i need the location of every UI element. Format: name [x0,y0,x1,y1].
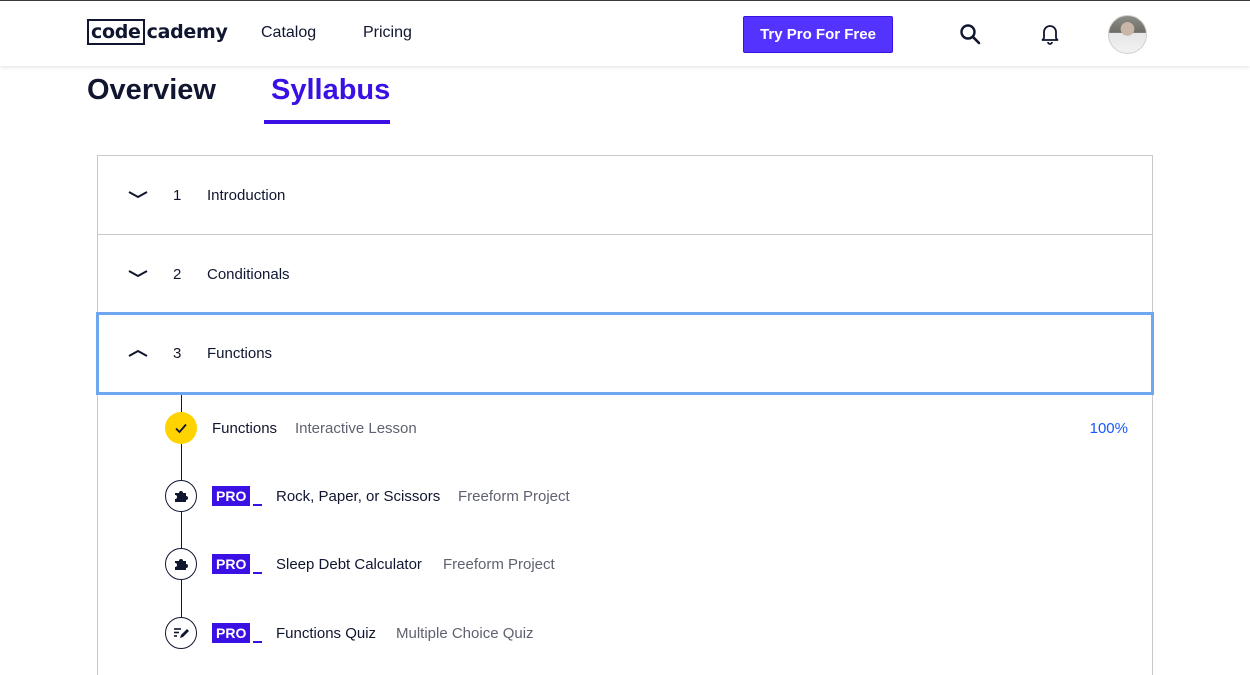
module-row-functions[interactable]: 3 Functions [96,312,1154,395]
puzzle-icon [165,480,197,512]
user-avatar[interactable] [1108,15,1147,54]
project-title: Rock, Paper, or Scissors [276,487,441,505]
pro-badge: PRO [212,623,263,643]
logo-code-box: code [87,19,145,45]
search-icon[interactable] [957,21,983,47]
lesson-progress: 100% [1089,419,1128,437]
logo-cademy-text: cademy [146,21,228,43]
chevron-down-icon [128,191,148,199]
quiz-item-functions-quiz[interactable]: PRO Functions Quiz Multiple Choice Quiz [98,613,1152,653]
chevron-down-icon [128,270,148,278]
course-tabs: Overview Syllabus [0,66,1250,126]
lesson-item-functions[interactable]: Functions Interactive Lesson 100% [98,408,1152,448]
puzzle-icon [165,548,197,580]
module-title: Introduction [207,186,286,204]
nav-pricing-link[interactable]: Pricing [363,24,412,42]
module-title: Conditionals [207,265,290,283]
pro-badge: PRO [212,554,263,574]
nav-catalog-link[interactable]: Catalog [261,24,316,42]
module-title: Functions [207,344,273,362]
module-number: 1 [173,186,182,204]
module-row-introduction[interactable]: 1 Introduction [98,156,1152,235]
check-icon [165,412,197,444]
project-item-rock-paper-scissors[interactable]: PRO Rock, Paper, or Scissors Freeform Pr… [98,476,1152,516]
codecademy-logo[interactable]: code cademy [87,18,228,46]
project-item-sleep-debt-calculator[interactable]: PRO Sleep Debt Calculator Freeform Proje… [98,544,1152,584]
bell-icon[interactable] [1037,21,1063,47]
quiz-pencil-icon [165,617,197,649]
active-tab-indicator [264,120,390,124]
project-type: Freeform Project [443,555,555,573]
module-number: 3 [173,344,182,362]
module-number: 2 [173,265,182,283]
project-type: Freeform Project [458,487,570,505]
tab-syllabus[interactable]: Syllabus [271,74,390,107]
lesson-title: Functions [212,419,278,437]
pro-badge: PRO [212,486,263,506]
module-row-conditionals[interactable]: 2 Conditionals [98,235,1152,314]
syllabus-list: 1 Introduction 2 Conditionals 3 Function… [96,155,1154,675]
quiz-title: Functions Quiz [276,624,377,642]
project-title: Sleep Debt Calculator [276,555,422,573]
chevron-up-icon [128,349,148,357]
top-navigation-bar: code cademy Catalog Pricing Try Pro For F… [0,0,1250,66]
lesson-type: Interactive Lesson [295,419,417,437]
tab-overview[interactable]: Overview [87,74,216,107]
try-pro-button[interactable]: Try Pro For Free [743,16,893,53]
quiz-type: Multiple Choice Quiz [396,624,534,642]
